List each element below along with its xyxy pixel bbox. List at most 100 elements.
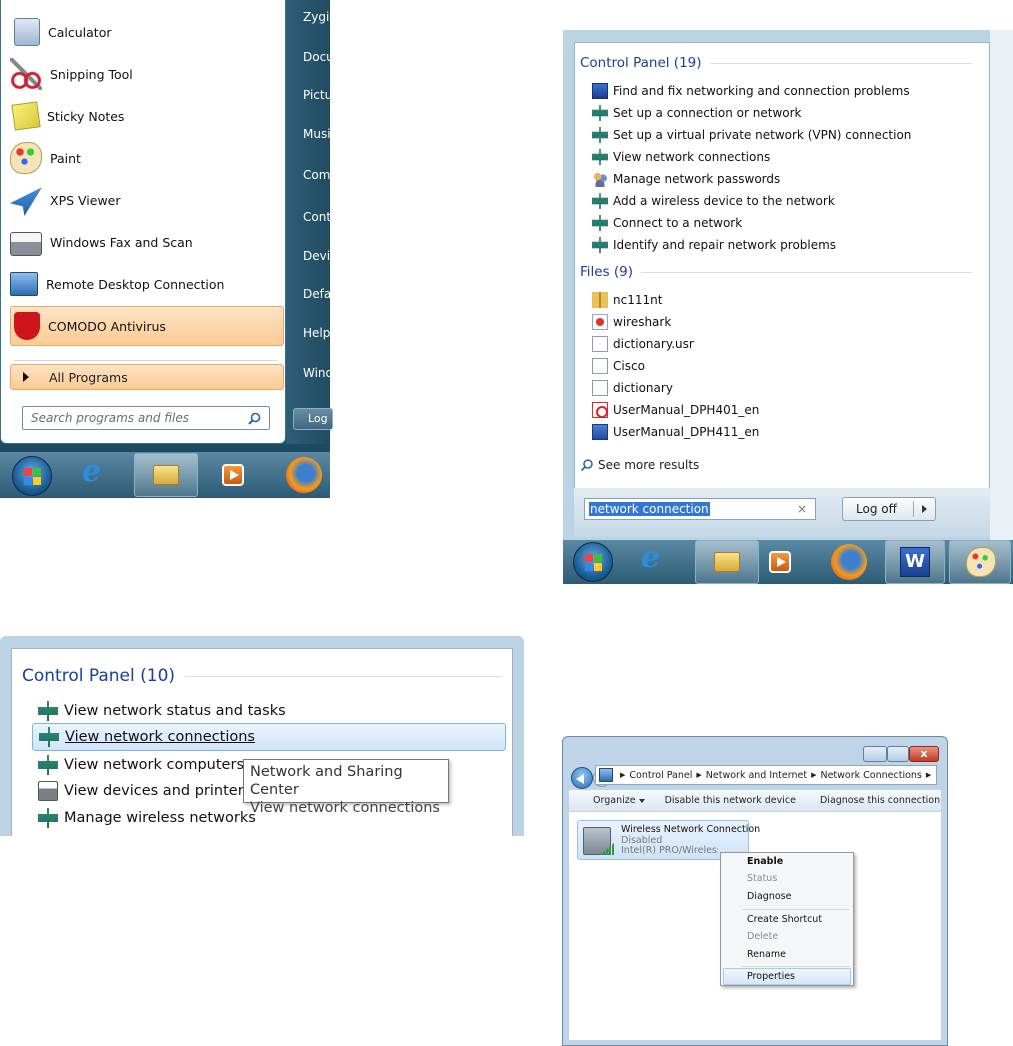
log-off-button[interactable]: Log off [842, 497, 936, 521]
start-right-windows[interactable]: Wind [303, 366, 333, 380]
network-icon [592, 193, 608, 209]
taskbar-explorer-button[interactable] [695, 540, 759, 584]
start-item-comodo[interactable]: COMODO Antivirus [10, 306, 284, 346]
back-button[interactable] [571, 767, 593, 789]
taskbar: e [0, 452, 330, 498]
search-input[interactable]: network connection × [584, 498, 816, 520]
menu-item-rename[interactable]: Rename [747, 949, 786, 960]
taskbar-explorer-button[interactable] [134, 453, 198, 497]
breadcrumb-network-connections[interactable]: Network Connections [820, 770, 921, 781]
file-result[interactable]: nc111nt [592, 290, 662, 310]
start-item-paint[interactable]: Paint [10, 138, 284, 178]
start-item-sticky-notes[interactable]: Sticky Notes [10, 96, 284, 136]
start-item-label: Calculator [48, 24, 112, 40]
see-more-results-link[interactable]: See more results [580, 458, 699, 472]
file-result[interactable]: UserManual_DPH411_en [592, 422, 759, 442]
start-right-pictures[interactable]: Pictu [303, 88, 332, 102]
result-label: View network connections [613, 150, 771, 164]
result-view-devices-printers[interactable]: View devices and printers [32, 777, 251, 805]
file-name: UserManual_DPH401_en [613, 403, 760, 417]
breadcrumb-control-panel[interactable]: Control Panel [629, 770, 692, 781]
internet-explorer-icon[interactable]: e [82, 454, 101, 489]
start-item-xps-viewer[interactable]: XPS Viewer [10, 180, 284, 220]
tooltip-line: Network and Sharing Center [250, 764, 403, 798]
chevron-right-icon[interactable]: ▶ [696, 771, 701, 779]
network-icon [592, 237, 608, 253]
config-file-icon [592, 380, 608, 396]
disable-device-button[interactable]: Disable this network device [665, 795, 796, 806]
internet-explorer-icon[interactable]: e [641, 540, 660, 575]
result-add-wireless-device[interactable]: Add a wireless device to the network [592, 191, 835, 211]
result-identify-repair[interactable]: Identify and repair network problems [592, 235, 836, 255]
start-search-input[interactable]: Search programs and files [22, 406, 270, 430]
taskbar-word-button[interactable]: W [885, 540, 945, 584]
result-connect-network[interactable]: Connect to a network [592, 213, 742, 233]
result-view-network-computers[interactable]: View network computers a [32, 751, 258, 779]
file-result[interactable]: wireshark [592, 312, 671, 332]
menu-item-properties[interactable]: Properties [747, 971, 795, 982]
result-view-network-connections[interactable]: View network connections [592, 147, 770, 167]
all-programs-button[interactable]: All Programs [10, 364, 284, 390]
file-result[interactable]: dictionary.usr [592, 334, 694, 354]
fax-icon [10, 232, 42, 256]
result-setup-connection[interactable]: Set up a connection or network [592, 103, 801, 123]
result-setup-vpn[interactable]: Set up a virtual private network (VPN) c… [592, 125, 911, 145]
result-label: Find and fix networking and connection p… [613, 84, 910, 98]
menu-item-diagnose[interactable]: Diagnose [747, 891, 791, 902]
minimize-button[interactable] [863, 746, 887, 762]
close-button[interactable]: x [909, 746, 939, 762]
start-right-default-programs[interactable]: Defa [303, 287, 331, 301]
taskbar-paint-button[interactable] [949, 540, 1011, 584]
start-logoff-button[interactable]: Log [293, 408, 333, 430]
shutdown-options-arrow-icon[interactable] [922, 505, 927, 513]
address-bar[interactable]: ▶ Control Panel ▶ Network and Internet ▶… [595, 765, 937, 785]
search-icon[interactable] [248, 412, 261, 425]
start-orb-icon[interactable] [573, 542, 613, 582]
clear-search-icon[interactable]: × [797, 502, 807, 516]
result-label: View network computers a [64, 757, 258, 773]
result-view-network-connections-selected[interactable]: View network connections [32, 723, 506, 751]
start-right-user[interactable]: Zygi [303, 10, 329, 24]
start-orb-icon[interactable] [12, 456, 52, 496]
start-item-remote-desktop[interactable]: Remote Desktop Connection [10, 264, 284, 304]
breadcrumb-network-internet[interactable]: Network and Internet [706, 770, 807, 781]
control-panel-results-header[interactable]: Control Panel (19) [580, 55, 972, 71]
result-find-fix-networking[interactable]: Find and fix networking and connection p… [592, 81, 910, 101]
maximize-button[interactable] [887, 746, 909, 762]
start-item-label: Remote Desktop Connection [46, 276, 225, 292]
connection-adapter: Intel(R) PRO/Wireless 39454 [621, 845, 718, 856]
chevron-right-icon[interactable]: ▶ [620, 771, 625, 779]
result-manage-wireless[interactable]: Manage wireless networks [32, 804, 256, 832]
start-item-snipping-tool[interactable]: Snipping Tool [10, 54, 284, 94]
chevron-right-icon[interactable]: ▶ [926, 771, 931, 779]
start-right-control-panel[interactable]: Cont [303, 210, 331, 224]
diagnose-connection-button[interactable]: Diagnose this connection [820, 795, 940, 806]
start-right-help[interactable]: Help [303, 326, 330, 340]
menu-item-create-shortcut[interactable]: Create Shortcut [747, 914, 822, 925]
menu-item-enable[interactable]: Enable [747, 856, 783, 867]
media-player-icon[interactable] [222, 464, 244, 486]
files-results-header[interactable]: Files (9) [580, 264, 972, 280]
file-result[interactable]: Cisco [592, 356, 645, 376]
media-player-icon[interactable] [769, 551, 791, 573]
result-view-network-status[interactable]: View network status and tasks [32, 697, 286, 725]
start-right-computer[interactable]: Com [303, 168, 330, 182]
start-right-devices[interactable]: Devi [303, 249, 330, 263]
start-right-music[interactable]: Musi [303, 127, 331, 141]
folder-icon [714, 552, 740, 572]
tooltip: Network and Sharing Center View network … [243, 759, 449, 816]
calculator-icon [14, 18, 40, 46]
file-result[interactable]: UserManual_DPH401_en [592, 400, 759, 420]
result-manage-passwords[interactable]: Manage network passwords [592, 169, 780, 189]
start-right-documents[interactable]: Docu [303, 50, 334, 64]
control-panel-zoom-header[interactable]: Control Panel (10) [22, 666, 502, 686]
firefox-icon[interactable] [286, 457, 322, 493]
result-label: Add a wireless device to the network [613, 194, 835, 208]
file-name: wireshark [613, 315, 672, 329]
start-item-calculator[interactable]: Calculator [10, 12, 284, 52]
organize-menu[interactable]: Organize [581, 795, 645, 806]
firefox-icon[interactable] [831, 544, 867, 580]
file-result[interactable]: dictionary [592, 378, 673, 398]
chevron-right-icon[interactable]: ▶ [811, 771, 816, 779]
start-item-fax-scan[interactable]: Windows Fax and Scan [10, 222, 284, 262]
